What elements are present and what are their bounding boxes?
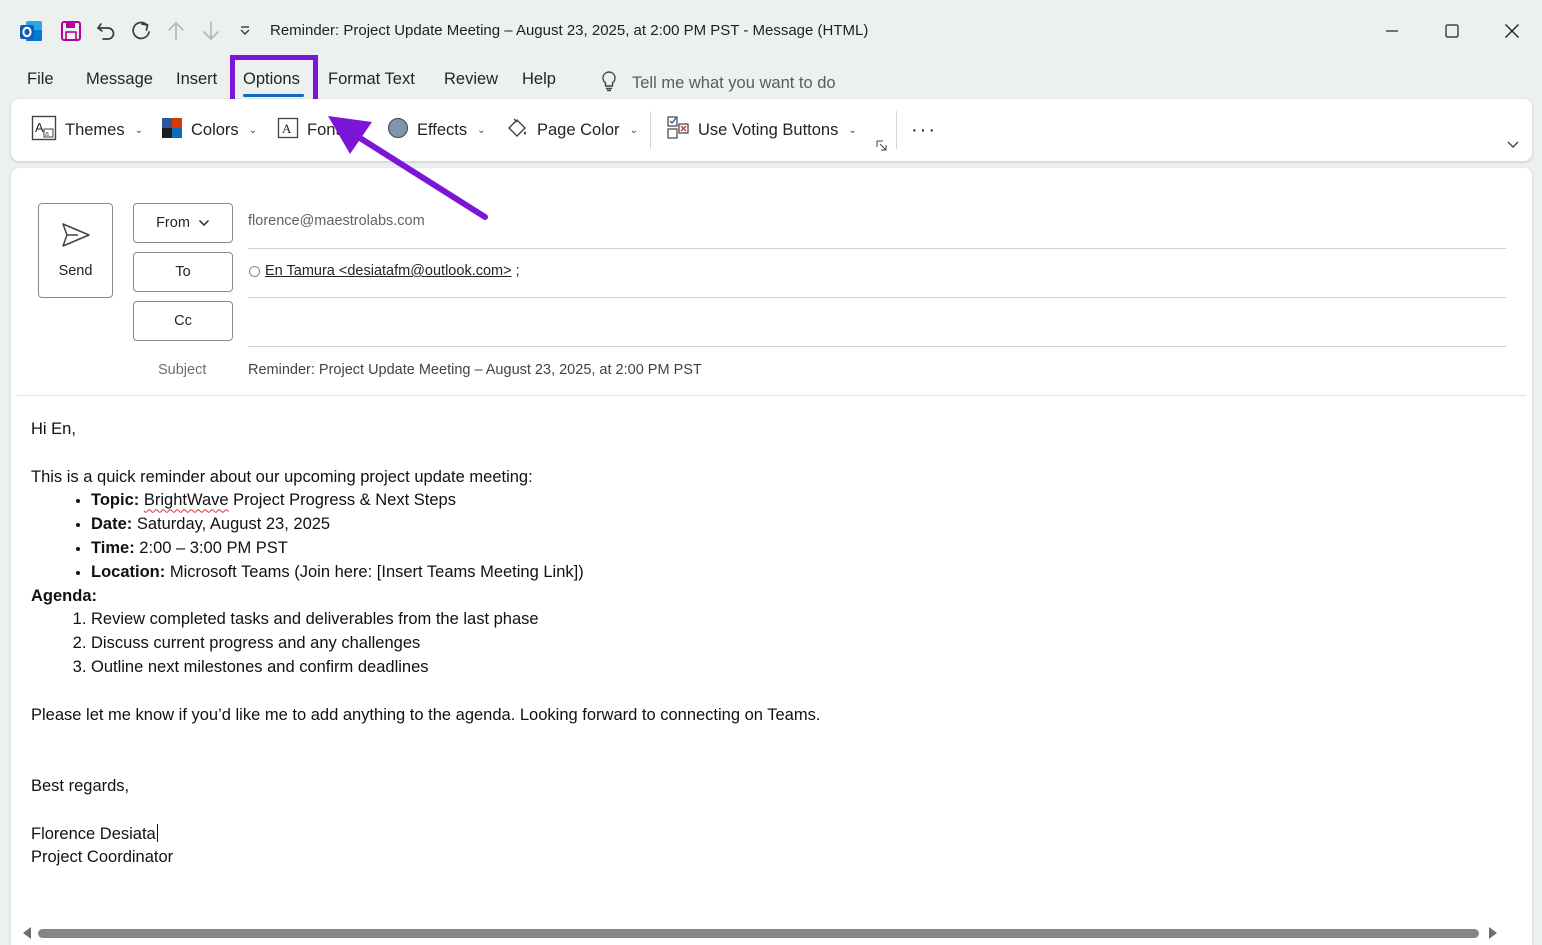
from-button[interactable]: From — [133, 203, 233, 243]
tell-me-text: Tell me what you want to do — [632, 74, 836, 92]
compose-pane: Send From To Cc florence@maestrolabs.com… — [11, 168, 1532, 945]
spelling-error[interactable]: BrightWave — [144, 491, 229, 509]
tell-me-search[interactable]: Tell me what you want to do — [600, 70, 836, 97]
colors-button[interactable]: Colors ⌄ — [161, 115, 257, 145]
tab-insert[interactable]: Insert — [176, 70, 217, 89]
agenda-heading: Agenda: — [31, 586, 97, 605]
save-icon[interactable] — [58, 16, 84, 46]
list-item: Time: 2:00 – 3:00 PM PST — [91, 537, 1511, 561]
scroll-right-icon[interactable] — [1489, 927, 1497, 939]
chevron-down-icon: ⌄ — [477, 124, 486, 136]
list-item: Topic: BrightWave Project Progress & Nex… — [91, 489, 1511, 513]
tab-review[interactable]: Review — [444, 70, 498, 89]
intro-line: This is a quick reminder about our upcom… — [31, 467, 533, 486]
options-highlight-box — [230, 55, 318, 105]
ribbon-separator — [650, 111, 651, 149]
to-divider — [248, 297, 1506, 298]
list-item: Discuss current progress and any challen… — [91, 632, 1511, 656]
cc-button[interactable]: Cc — [133, 301, 233, 341]
svg-text:A: A — [35, 120, 44, 135]
cc-divider — [248, 346, 1506, 347]
themes-button[interactable]: Aa Themes ⌄ — [31, 115, 143, 145]
close-button[interactable] — [1492, 14, 1532, 48]
window-title: Reminder: Project Update Meeting – Augus… — [270, 22, 869, 39]
arrow-down-icon[interactable] — [199, 16, 223, 46]
minimize-button[interactable] — [1372, 14, 1412, 48]
recipient-chip[interactable]: En Tamura <desiatafm@outlook.com> — [265, 263, 512, 279]
ribbon-separator — [896, 111, 897, 149]
signature-name: Florence Desiata — [31, 824, 156, 843]
from-divider — [248, 248, 1506, 249]
send-button[interactable]: Send — [38, 203, 113, 298]
tab-message[interactable]: Message — [86, 70, 153, 89]
header-divider — [17, 395, 1526, 396]
more-commands-button[interactable]: ··· — [911, 115, 937, 145]
collapse-ribbon-icon[interactable] — [1506, 137, 1520, 155]
signoff: Best regards, — [31, 776, 130, 795]
text-cursor — [156, 823, 158, 842]
voting-buttons-button[interactable]: Use Voting Buttons ⌄ — [666, 115, 857, 145]
lightbulb-icon — [600, 70, 618, 97]
effects-icon — [387, 117, 409, 144]
voting-icon — [666, 115, 690, 146]
chevron-down-icon: ⌄ — [848, 124, 857, 136]
horizontal-scrollbar[interactable] — [17, 924, 1507, 942]
to-button[interactable]: To — [133, 252, 233, 292]
cc-input[interactable] — [248, 308, 1506, 344]
presence-status-icon — [249, 265, 260, 277]
page-color-button[interactable]: Page Color ⌄ — [505, 115, 638, 145]
ribbon-options: Aa Themes ⌄ Colors ⌄ A Fonts Effects ⌄ Page… — [11, 99, 1532, 161]
chevron-down-icon — [198, 215, 210, 231]
list-item: Review completed tasks and deliverables … — [91, 608, 1511, 632]
tab-help[interactable]: Help — [522, 70, 556, 89]
customize-toolbar-icon[interactable] — [236, 16, 254, 46]
signature-title: Project Coordinator — [31, 848, 174, 867]
fonts-button[interactable]: A Fonts — [277, 115, 348, 145]
colors-icon — [161, 117, 183, 144]
redo-icon[interactable] — [128, 16, 154, 46]
svg-text:A: A — [282, 121, 292, 136]
list-item: Date: Saturday, August 23, 2025 — [91, 513, 1511, 537]
send-icon — [61, 222, 91, 253]
closing-line: Please let me know if you’d like me to a… — [31, 705, 821, 724]
greeting: Hi En, — [31, 420, 76, 438]
paint-bucket-icon — [505, 116, 529, 145]
maximize-button[interactable] — [1432, 14, 1472, 48]
from-address: florence@maestrolabs.com — [248, 213, 425, 229]
themes-icon: Aa — [31, 115, 57, 146]
agenda-list: Review completed tasks and deliverables … — [31, 608, 1511, 679]
undo-icon[interactable] — [93, 16, 119, 46]
fonts-icon: A — [277, 117, 299, 144]
list-item: Location: Microsoft Teams (Join here: [I… — [91, 561, 1511, 585]
outlook-logo-icon — [18, 16, 44, 46]
title-bar: Reminder: Project Update Meeting – Augus… — [0, 0, 1542, 62]
scrollbar-thumb[interactable] — [38, 929, 1479, 938]
tab-format-text[interactable]: Format Text — [328, 70, 415, 89]
subject-label: Subject — [158, 362, 207, 378]
arrow-up-icon[interactable] — [164, 16, 188, 46]
list-item: Outline next milestones and confirm dead… — [91, 656, 1511, 680]
tab-file[interactable]: File — [27, 70, 54, 89]
message-body[interactable]: Hi En, This is a quick reminder about ou… — [31, 418, 1511, 870]
meeting-details-list: Topic: BrightWave Project Progress & Nex… — [31, 489, 1511, 584]
subject-input[interactable]: Reminder: Project Update Meeting – Augus… — [248, 362, 702, 378]
chevron-down-icon: ⌄ — [248, 124, 258, 136]
to-field[interactable]: En Tamura <desiatafm@outlook.com>; — [249, 263, 520, 279]
scroll-left-icon[interactable] — [23, 927, 31, 939]
svg-text:a: a — [45, 131, 49, 138]
effects-button[interactable]: Effects ⌄ — [387, 115, 486, 145]
chevron-down-icon: ⌄ — [629, 124, 638, 136]
dialog-launcher-icon[interactable] — [876, 139, 888, 157]
chevron-down-icon: ⌄ — [134, 124, 143, 136]
